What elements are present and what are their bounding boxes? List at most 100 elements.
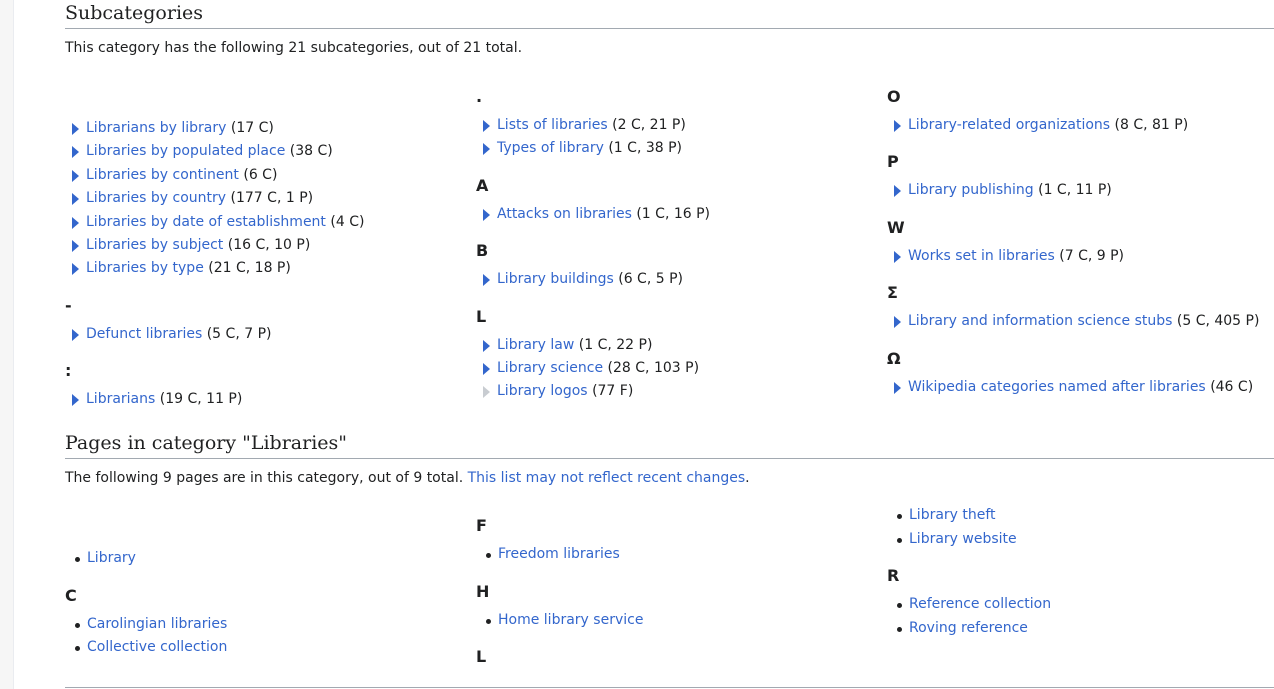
expand-triangle-icon[interactable] <box>894 185 901 198</box>
subcategory-item: Librarians by library (17 C) <box>65 117 475 140</box>
expand-triangle-icon[interactable] <box>72 169 79 182</box>
subcategory-item: Lists of libraries (2 C, 21 P) <box>476 114 886 137</box>
subcategory-count: (28 C, 103 P) <box>607 359 700 376</box>
subcategory-link[interactable]: Library law <box>497 337 574 353</box>
bullet-icon <box>897 603 902 608</box>
subcategory-item: Libraries by populated place (38 C) <box>65 140 475 163</box>
page-link[interactable]: Home library service <box>498 612 643 628</box>
subcategory-count: (19 C, 11 P) <box>159 391 243 408</box>
expand-triangle-icon[interactable] <box>483 120 490 132</box>
page-item: Reference collection <box>887 593 1274 617</box>
subcategory-link[interactable]: Libraries by continent <box>86 167 239 183</box>
page-link[interactable]: Reference collection <box>909 596 1051 612</box>
page-group-l: L <box>476 646 886 668</box>
subcategory-count: (38 C) <box>289 143 333 160</box>
subcategory-item: Library science (28 C, 103 P) <box>476 357 886 380</box>
subcategory-link[interactable]: Works set in libraries <box>908 248 1055 264</box>
subcategory-link[interactable]: Libraries by date of establishment <box>86 214 326 230</box>
bottom-divider <box>65 687 1274 688</box>
subcategory-link[interactable]: Library-related organizations <box>908 117 1110 133</box>
subcategory-count: (1 C, 16 P) <box>636 205 711 222</box>
page-link[interactable]: Carolingian libraries <box>87 616 227 632</box>
subcategory-item: Libraries by date of establishment (4 C) <box>65 211 475 234</box>
expand-triangle-icon[interactable] <box>72 394 79 407</box>
subcategory-link[interactable]: Library buildings <box>497 271 614 287</box>
subcategory-link[interactable]: Libraries by subject <box>86 237 223 253</box>
page-group-c: C Carolingian libraries Collective colle… <box>65 585 475 660</box>
expand-triangle-icon[interactable] <box>72 123 79 135</box>
left-sidebar-edge <box>0 0 14 689</box>
subcategory-count: (177 C, 1 P) <box>230 190 314 207</box>
subcategory-item: Library and information science stubs (5… <box>887 310 1274 333</box>
subcategory-link[interactable]: Wikipedia categories named after librari… <box>908 379 1206 395</box>
page-link[interactable]: Collective collection <box>87 639 227 655</box>
page-link[interactable]: Freedom libraries <box>498 546 620 562</box>
subcategory-item: Attacks on libraries (1 C, 16 P) <box>476 203 886 226</box>
subcategory-item: Works set in libraries (7 C, 9 P) <box>887 245 1274 268</box>
expand-triangle-icon[interactable] <box>72 328 79 341</box>
page-link[interactable]: Roving reference <box>909 620 1028 636</box>
subcategory-link[interactable]: Libraries by populated place <box>86 143 285 159</box>
expand-triangle-icon[interactable] <box>483 362 490 375</box>
page-link[interactable]: Library theft <box>909 507 996 523</box>
page-link[interactable]: Library website <box>909 531 1017 547</box>
subcategory-link[interactable]: Librarians <box>86 391 155 407</box>
subcategory-item: Wikipedia categories named after librari… <box>887 376 1274 399</box>
recent-changes-link[interactable]: This list may not reflect recent changes <box>468 470 746 486</box>
subcategory-link[interactable]: Librarians by library <box>86 120 226 136</box>
bullet-icon <box>75 646 80 651</box>
group-letter-heading: A <box>476 175 489 195</box>
subcategory-group-o: O Library-related organizations (8 C, 81… <box>887 86 1274 137</box>
subcategory-count: (6 C, 5 P) <box>618 271 683 288</box>
group-letter-heading: B <box>476 241 489 261</box>
page-link[interactable]: Library <box>87 550 136 566</box>
expand-triangle-icon[interactable] <box>72 263 79 276</box>
expand-triangle-icon[interactable] <box>72 239 79 252</box>
expand-triangle-icon[interactable] <box>483 143 490 156</box>
subcategory-group-dash: - Defunct libraries (5 C, 7 P) <box>65 295 475 346</box>
group-letter-heading: Ω <box>887 348 901 368</box>
expand-triangle-icon[interactable] <box>72 146 79 159</box>
page-group-none: Library <box>65 547 475 571</box>
subcategory-link[interactable]: Library publishing <box>908 182 1034 198</box>
bullet-icon <box>75 557 80 562</box>
pages-description: The following 9 pages are in this catego… <box>65 470 750 486</box>
expand-triangle-icon[interactable] <box>894 120 901 132</box>
subcategory-count: (46 C) <box>1210 378 1254 395</box>
group-letter-heading: F <box>476 516 487 535</box>
category-content: Subcategories This category has the foll… <box>65 0 1274 689</box>
expand-triangle-icon[interactable] <box>894 250 901 263</box>
subcategory-item: Libraries by country (177 C, 1 P) <box>65 187 475 210</box>
subcategory-link[interactable]: Lists of libraries <box>497 117 608 133</box>
page-item: Roving reference <box>887 617 1274 641</box>
expand-triangle-icon[interactable] <box>894 381 901 394</box>
subcategory-link[interactable]: Libraries by type <box>86 260 204 276</box>
expand-triangle-icon[interactable] <box>483 274 490 287</box>
subcategory-link[interactable]: Library science <box>497 360 603 376</box>
group-letter-heading: P <box>887 152 899 172</box>
subcategory-link[interactable]: Attacks on libraries <box>497 206 632 222</box>
expand-triangle-icon[interactable] <box>483 339 490 352</box>
subcategory-link[interactable]: Types of library <box>497 140 604 156</box>
subcategory-item: Library logos (77 F) <box>476 380 886 403</box>
subcategory-count: (1 C, 22 P) <box>578 336 653 353</box>
expand-triangle-icon[interactable] <box>483 208 490 221</box>
subcategory-link[interactable]: Library logos <box>497 383 588 399</box>
expand-triangle-icon[interactable] <box>72 193 79 206</box>
page-item: Library website <box>887 528 1274 552</box>
subcategories-heading: Subcategories <box>65 2 1274 29</box>
expand-triangle-icon[interactable] <box>894 316 901 329</box>
bullet-icon <box>897 537 902 543</box>
pages-column-3: Library theft Library website R Referenc… <box>887 504 1274 640</box>
subcategories-description: This category has the following 21 subca… <box>65 40 523 56</box>
subcategory-link[interactable]: Library and information science stubs <box>908 313 1172 329</box>
pages-description-end: . <box>745 470 750 486</box>
group-letter-heading: R <box>887 566 900 585</box>
subcategory-link[interactable]: Defunct libraries <box>86 326 202 342</box>
subcategory-item: Types of library (1 C, 38 P) <box>476 137 886 160</box>
page-group-h: H Home library service <box>476 581 886 633</box>
group-letter-heading: C <box>65 585 77 605</box>
expand-triangle-icon[interactable] <box>72 216 79 229</box>
page-item: Carolingian libraries <box>65 613 475 637</box>
subcategory-link[interactable]: Libraries by country <box>86 190 226 206</box>
